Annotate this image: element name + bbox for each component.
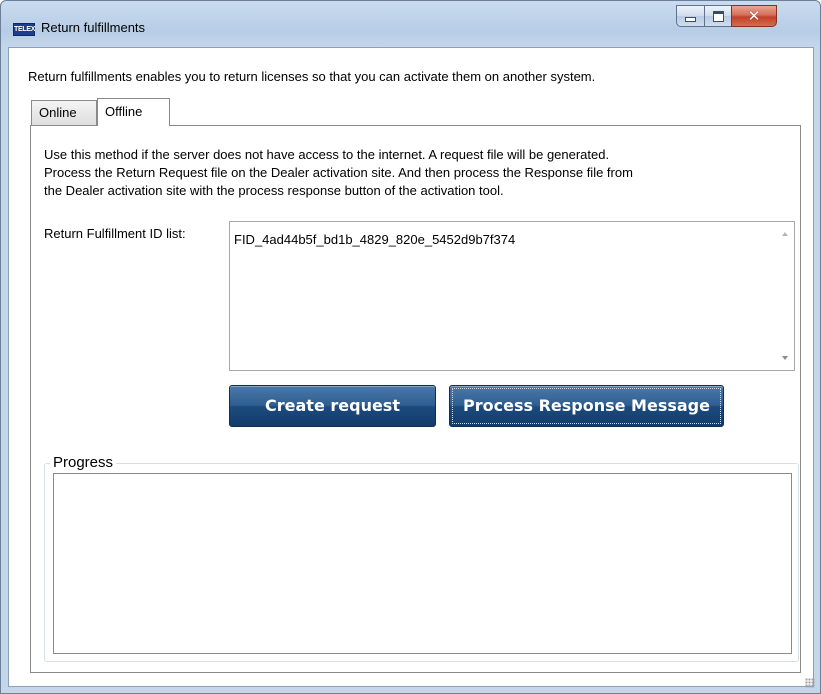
caption-buttons: ✕ bbox=[676, 5, 812, 27]
description-line: Process the Return Request file on the D… bbox=[44, 165, 633, 180]
id-list-textarea[interactable]: FID_4ad44b5f_bd1b_4829_820e_5452d9b7f374 bbox=[229, 221, 795, 371]
description-line: Use this method if the server does not h… bbox=[44, 147, 610, 162]
id-list-scrollbar[interactable] bbox=[777, 222, 794, 370]
tab-online[interactable]: Online bbox=[31, 100, 97, 125]
close-button[interactable]: ✕ bbox=[731, 5, 777, 27]
scroll-down-icon[interactable] bbox=[782, 356, 788, 360]
id-list-value: FID_4ad44b5f_bd1b_4829_820e_5452d9b7f374 bbox=[234, 232, 516, 247]
close-icon: ✕ bbox=[747, 7, 761, 25]
description-line: the Dealer activation site with the proc… bbox=[44, 183, 504, 198]
minimize-button[interactable] bbox=[676, 5, 704, 27]
maximize-icon bbox=[712, 10, 724, 22]
app-logo-icon: TELEX bbox=[13, 23, 35, 36]
title-bar[interactable]: TELEX Return fulfillments ✕ bbox=[1, 1, 820, 47]
resize-grip-icon[interactable] bbox=[805, 678, 815, 688]
scroll-up-icon[interactable] bbox=[782, 232, 788, 236]
tab-offline[interactable]: Offline bbox=[97, 98, 170, 126]
intro-text: Return fulfillments enables you to retur… bbox=[28, 69, 596, 84]
id-list-label: Return Fulfillment ID list: bbox=[44, 226, 186, 241]
offline-description: Use this method if the server does not h… bbox=[44, 146, 804, 200]
progress-log[interactable] bbox=[53, 473, 792, 654]
minimize-icon bbox=[685, 17, 696, 22]
progress-label: Progress bbox=[50, 454, 117, 471]
process-response-button[interactable]: Process Response Message bbox=[449, 385, 724, 427]
create-request-button[interactable]: Create request bbox=[229, 385, 436, 427]
maximize-button[interactable] bbox=[704, 5, 731, 27]
window-title: Return fulfillments bbox=[41, 20, 146, 35]
